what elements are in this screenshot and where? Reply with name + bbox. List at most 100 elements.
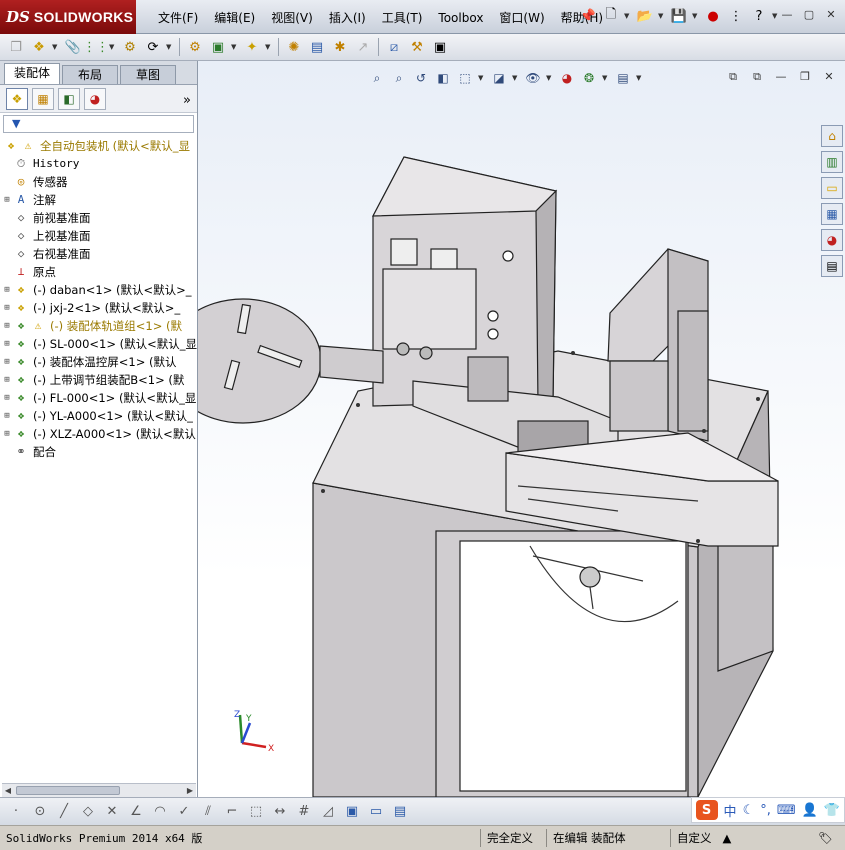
show-hidden-icon[interactable]: ⚙: [185, 37, 205, 57]
tree-node[interactable]: ⊥ 原点: [2, 263, 197, 281]
tree-node[interactable]: ⊞ ❖ (-) 上带调节组装配B<1> (默: [2, 371, 197, 389]
zoom-to-area-icon[interactable]: ⌕: [390, 69, 408, 87]
tree-node[interactable]: ⚭ 配合: [2, 443, 197, 461]
tree-node[interactable]: ⏱ History: [2, 155, 197, 173]
expand-icon[interactable]: ⊞: [2, 425, 12, 443]
insert-component-icon[interactable]: ❖: [29, 37, 49, 57]
tree-node[interactable]: ⊞ ❖ (-) daban<1> (默认<默认>_: [2, 281, 197, 299]
angle-icon[interactable]: ∠: [126, 802, 146, 822]
keyboard-icon[interactable]: ⌨: [777, 803, 796, 818]
expand-icon[interactable]: ⊞: [2, 353, 12, 371]
appearances-icon[interactable]: ◕: [821, 229, 843, 251]
units-selector[interactable]: 自定义 ▲: [670, 829, 780, 847]
minimize-icon[interactable]: —: [779, 8, 795, 22]
menu-window[interactable]: 窗口(W): [491, 9, 552, 27]
solidworks-logo[interactable]: DS SOLIDWORKS: [0, 0, 136, 34]
chevron-down-icon[interactable]: ▼: [166, 43, 174, 51]
help-icon[interactable]: ?: [749, 6, 769, 26]
dimension-icon[interactable]: ↔: [270, 802, 290, 822]
scroll-left-icon[interactable]: ◀: [2, 784, 14, 798]
chevron-down-icon[interactable]: ▼: [624, 12, 632, 20]
sogou-logo-icon[interactable]: S: [695, 800, 718, 820]
split-view-icon[interactable]: ⧉: [749, 70, 765, 84]
previous-view-icon[interactable]: ↺: [412, 69, 430, 87]
expand-icon[interactable]: ⊞: [2, 335, 12, 353]
clearance-verification-icon[interactable]: ⚒: [407, 37, 427, 57]
parallel-icon[interactable]: ⫽: [198, 802, 218, 822]
chevron-down-icon[interactable]: ▼: [231, 43, 239, 51]
plane-icon[interactable]: ◿: [318, 802, 338, 822]
scroll-thumb[interactable]: [16, 786, 120, 795]
assembly-features-icon[interactable]: ▣: [208, 37, 228, 57]
pin-icon[interactable]: 📌: [578, 6, 598, 26]
expand-icon[interactable]: ⊞: [2, 191, 12, 209]
restore-icon[interactable]: ▢: [801, 8, 817, 22]
expand-icon[interactable]: ⊞: [2, 407, 12, 425]
menu-toolbox[interactable]: Toolbox: [430, 9, 491, 27]
options-icon[interactable]: ⋮: [726, 6, 746, 26]
bill-of-materials-icon[interactable]: ▤: [307, 37, 327, 57]
view-palette-icon[interactable]: ▦: [821, 203, 843, 225]
menu-insert[interactable]: 插入(I): [321, 9, 374, 27]
table-icon[interactable]: ▭: [366, 802, 386, 822]
move-component-icon[interactable]: ⟳: [143, 37, 163, 57]
display-manager-icon[interactable]: ◕: [84, 87, 106, 110]
tree-node[interactable]: ◇ 右视基准面: [2, 245, 197, 263]
tab-assembly[interactable]: 装配体: [4, 63, 60, 84]
arc-icon[interactable]: ◠: [150, 802, 170, 822]
custom-properties-icon[interactable]: ▤: [821, 255, 843, 277]
split-view-icon[interactable]: ⧉: [725, 70, 741, 84]
exploded-view-icon[interactable]: ✱: [330, 37, 350, 57]
tree-node[interactable]: ◇ 上视基准面: [2, 227, 197, 245]
corner-icon[interactable]: ⌐: [222, 802, 242, 822]
tree-node[interactable]: ⊞ ❖ (-) 装配体温控屏<1> (默认: [2, 353, 197, 371]
view-settings-icon[interactable]: ▤: [614, 69, 632, 87]
tag-icon[interactable]: 🏷: [812, 829, 839, 847]
tree-node[interactable]: ⊞ ❖ (-) jxj-2<1> (默认<默认>_: [2, 299, 197, 317]
ime-language-toggle[interactable]: 中: [724, 801, 737, 820]
view-orientation-icon[interactable]: ⬚: [456, 69, 474, 87]
user-icon[interactable]: 👤: [802, 803, 818, 818]
scroll-right-icon[interactable]: ▶: [184, 784, 196, 798]
feature-manager-icon[interactable]: ❖: [6, 87, 28, 110]
new-motion-study-icon[interactable]: ✺: [284, 37, 304, 57]
configuration-manager-icon[interactable]: ◧: [58, 87, 80, 110]
tree-node[interactable]: ◎ 传感器: [2, 173, 197, 191]
tree-node[interactable]: ◇ 前视基准面: [2, 209, 197, 227]
expand-icon[interactable]: ⊞: [2, 281, 12, 299]
tree-node[interactable]: ⊞ ❖ (-) FL-000<1> (默认<默认_显: [2, 389, 197, 407]
check-icon[interactable]: ✓: [174, 802, 194, 822]
reference-geometry-icon[interactable]: ✦: [242, 37, 262, 57]
tab-sketch[interactable]: 草图: [120, 65, 176, 84]
hide-show-items-icon[interactable]: 👁: [524, 69, 542, 87]
apply-scene-icon[interactable]: ❂: [580, 69, 598, 87]
skin-icon[interactable]: 👕: [824, 803, 840, 818]
menu-view[interactable]: 视图(V): [263, 9, 321, 27]
instant3d-icon[interactable]: ▣: [430, 37, 450, 57]
interference-detection-icon[interactable]: ⧄: [384, 37, 404, 57]
new-document-icon[interactable]: 🗋: [601, 6, 621, 26]
tree-node[interactable]: ⊞ ❖ ⚠ (-) 装配体轨道组<1> (默: [2, 317, 197, 335]
chevron-down-icon[interactable]: ▼: [602, 74, 610, 82]
chevron-down-icon[interactable]: ▼: [52, 43, 60, 51]
chevron-down-icon[interactable]: ▼: [658, 12, 666, 20]
tree-filter-input[interactable]: ▼: [3, 115, 194, 133]
chevron-down-icon[interactable]: ▼: [546, 74, 554, 82]
minimize-icon[interactable]: —: [773, 70, 789, 84]
expand-icon[interactable]: ⊞: [2, 371, 12, 389]
explode-line-sketch-icon[interactable]: ↗: [353, 37, 373, 57]
chevron-down-icon[interactable]: ▼: [692, 12, 700, 20]
trim-icon[interactable]: ✕: [102, 802, 122, 822]
menu-edit[interactable]: 编辑(E): [206, 9, 263, 27]
chevron-down-icon[interactable]: ▼: [636, 74, 644, 82]
horizontal-scrollbar[interactable]: ◀ ▶: [2, 783, 196, 797]
smart-fasteners-icon[interactable]: ⚙: [120, 37, 140, 57]
restore-icon[interactable]: ❐: [797, 70, 813, 84]
moon-icon[interactable]: ☾: [743, 803, 755, 818]
design-library-icon[interactable]: ▥: [821, 151, 843, 173]
line-icon[interactable]: ╱: [54, 802, 74, 822]
expand-icon[interactable]: ⊞: [2, 389, 12, 407]
tree-node[interactable]: ⊞ ❖ (-) XLZ-A000<1> (默认<默认: [2, 425, 197, 443]
punctuation-icon[interactable]: °,: [760, 803, 771, 818]
file-explorer-icon[interactable]: ▭: [821, 177, 843, 199]
